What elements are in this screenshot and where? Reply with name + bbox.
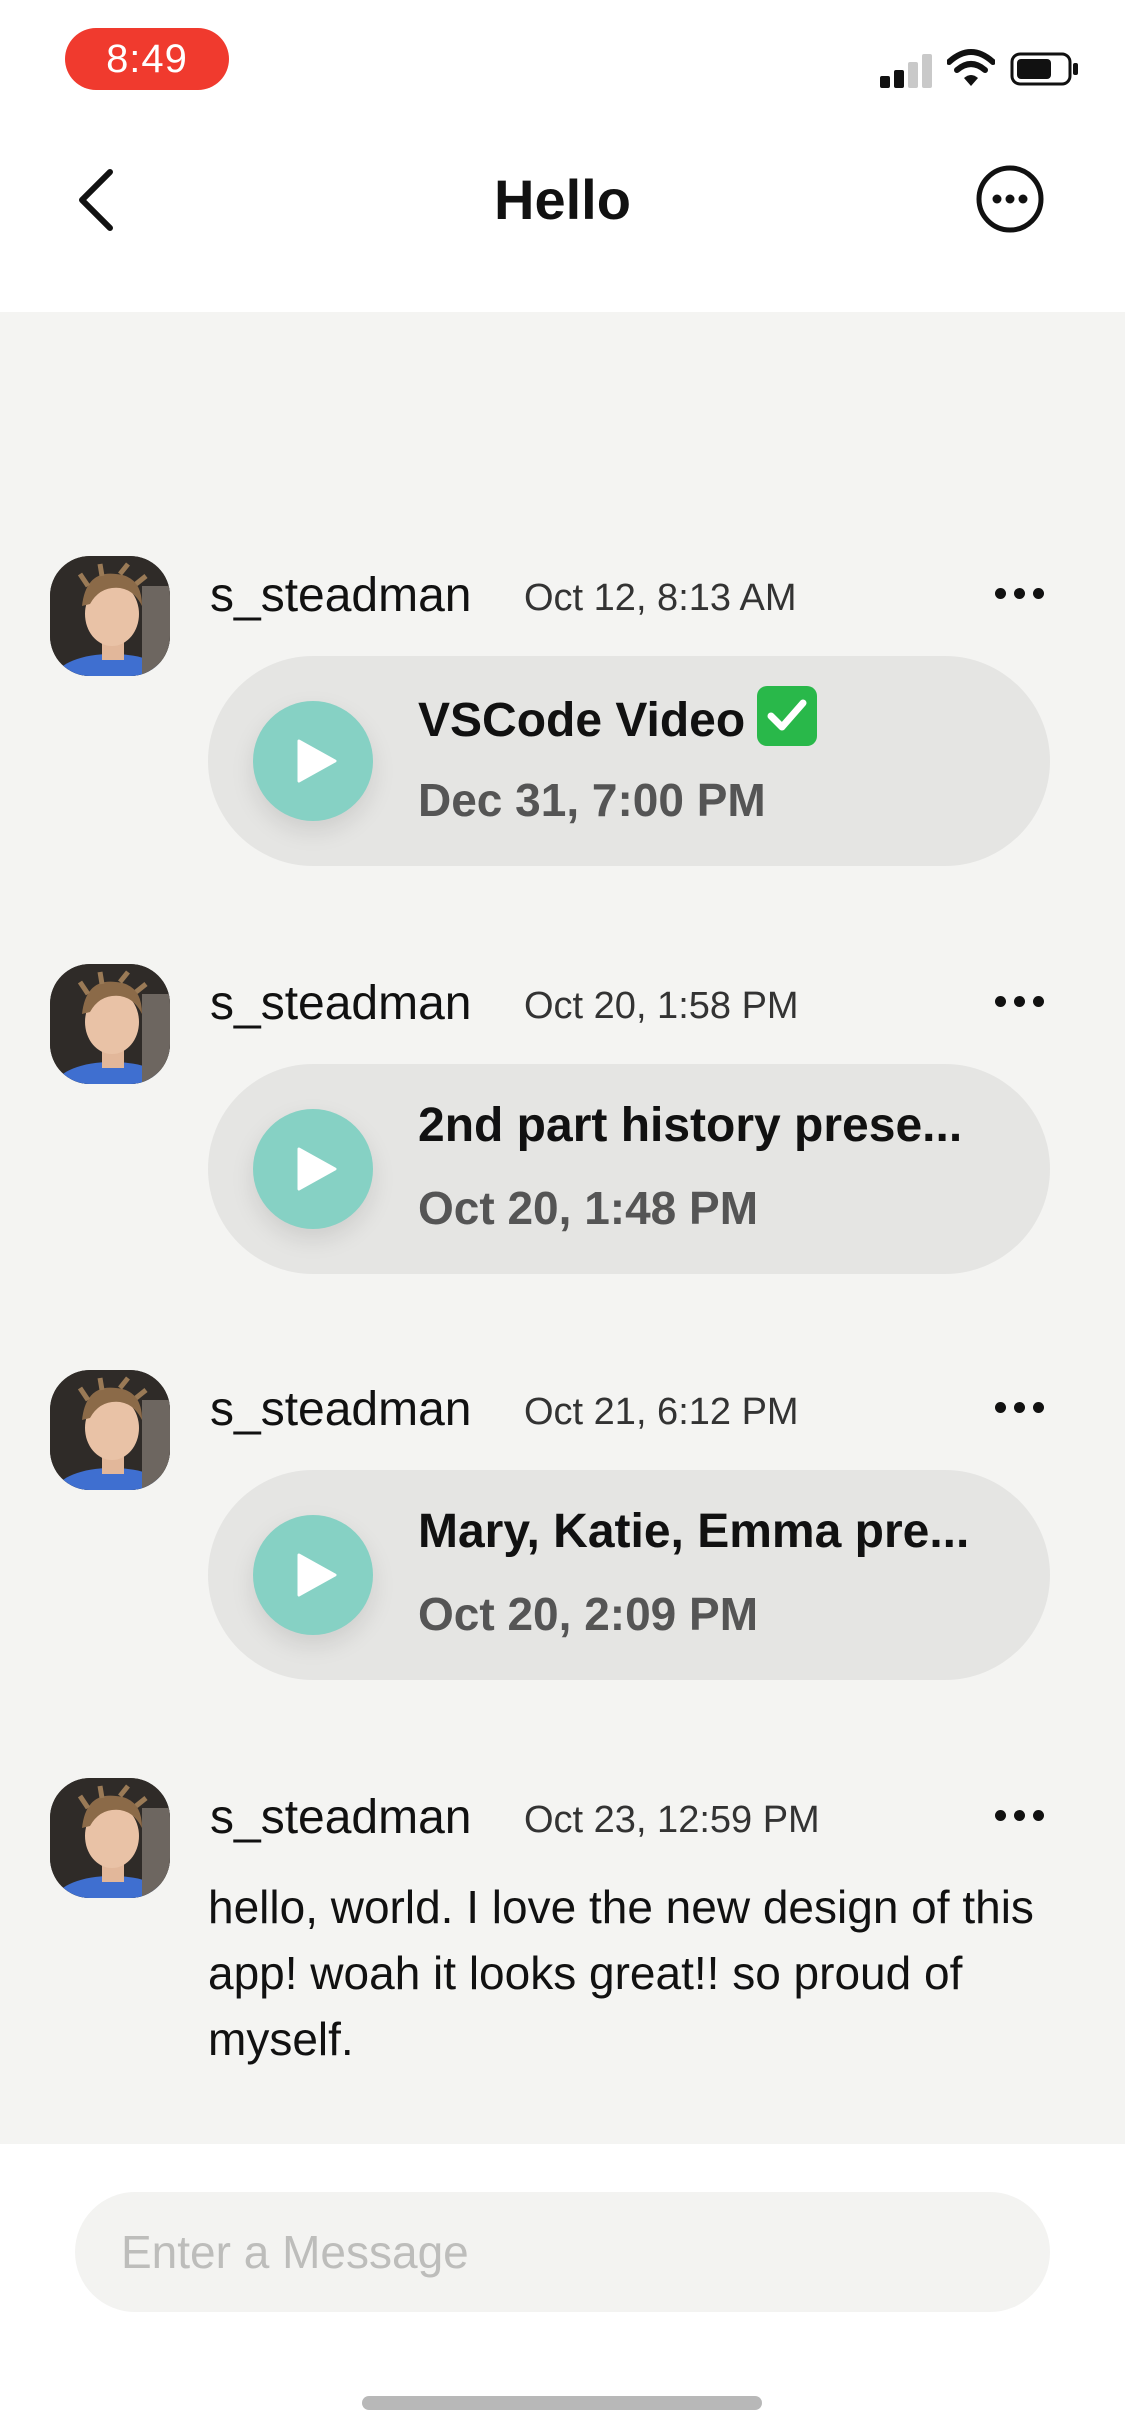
avatar[interactable] xyxy=(50,1778,170,1898)
home-indicator[interactable] xyxy=(362,2396,762,2410)
video-title: 2nd part history prese... xyxy=(418,1099,963,1152)
status-time[interactable]: 8:49 xyxy=(65,28,229,90)
video-card[interactable]: VSCode Video Dec 31, 7:00 PM xyxy=(208,656,1050,866)
message-timestamp: Oct 20, 1:58 PM xyxy=(524,985,799,1027)
video-title: VSCode Video xyxy=(418,686,818,753)
video-date: Dec 31, 7:00 PM xyxy=(418,774,766,826)
avatar[interactable] xyxy=(50,556,170,676)
wifi-icon xyxy=(946,48,996,88)
message-more-button[interactable] xyxy=(990,982,1050,1022)
video-date: Oct 20, 2:09 PM xyxy=(418,1588,759,1640)
message-more-button[interactable] xyxy=(990,1388,1050,1428)
message-username[interactable]: s_steadman xyxy=(210,1380,472,1440)
more-options-button[interactable] xyxy=(975,164,1045,234)
avatar[interactable] xyxy=(50,1370,170,1490)
avatar[interactable] xyxy=(50,964,170,1084)
video-date: Oct 20, 1:48 PM xyxy=(418,1182,759,1234)
check-mark-button-emoji xyxy=(757,686,818,746)
play-icon xyxy=(297,739,337,783)
video-title: Mary, Katie, Emma pre... xyxy=(418,1505,970,1558)
play-button[interactable] xyxy=(253,1515,373,1635)
message-input[interactable] xyxy=(75,2192,1050,2312)
message-text: hello, world. I love the new design of t… xyxy=(208,1881,1034,2065)
message-username[interactable]: s_steadman xyxy=(210,566,472,626)
message-more-button[interactable] xyxy=(990,1796,1050,1836)
play-icon xyxy=(297,1147,337,1191)
play-button[interactable] xyxy=(253,1109,373,1229)
composer xyxy=(0,2144,1125,2436)
play-icon xyxy=(297,1553,337,1597)
ellipsis-circle-icon xyxy=(976,165,1044,233)
status-bar: 8:49 xyxy=(0,0,1125,120)
message-timestamp: Oct 21, 6:12 PM xyxy=(524,1391,799,1433)
message-more-button[interactable] xyxy=(990,574,1050,614)
message-username[interactable]: s_steadman xyxy=(210,974,472,1034)
chat-screen: 8:49 Hello s_steadman Oct 12, 8:13 AM VS… xyxy=(0,0,1125,2436)
message-list[interactable]: s_steadman Oct 12, 8:13 AM VSCode Video … xyxy=(0,312,1125,2144)
page-title: Hello xyxy=(494,168,631,231)
message-timestamp: Oct 23, 12:59 PM xyxy=(524,1799,820,1841)
message-timestamp: Oct 12, 8:13 AM xyxy=(524,577,797,619)
video-title-text: VSCode Video xyxy=(418,694,746,747)
battery-icon xyxy=(1010,52,1080,86)
video-card[interactable]: Mary, Katie, Emma pre... Oct 20, 2:09 PM xyxy=(208,1470,1050,1680)
video-card[interactable]: 2nd part history prese... Oct 20, 1:48 P… xyxy=(208,1064,1050,1274)
message-username[interactable]: s_steadman xyxy=(210,1788,472,1848)
cellular-signal-icon xyxy=(880,52,932,88)
play-button[interactable] xyxy=(253,701,373,821)
nav-header: Hello xyxy=(0,120,1125,312)
